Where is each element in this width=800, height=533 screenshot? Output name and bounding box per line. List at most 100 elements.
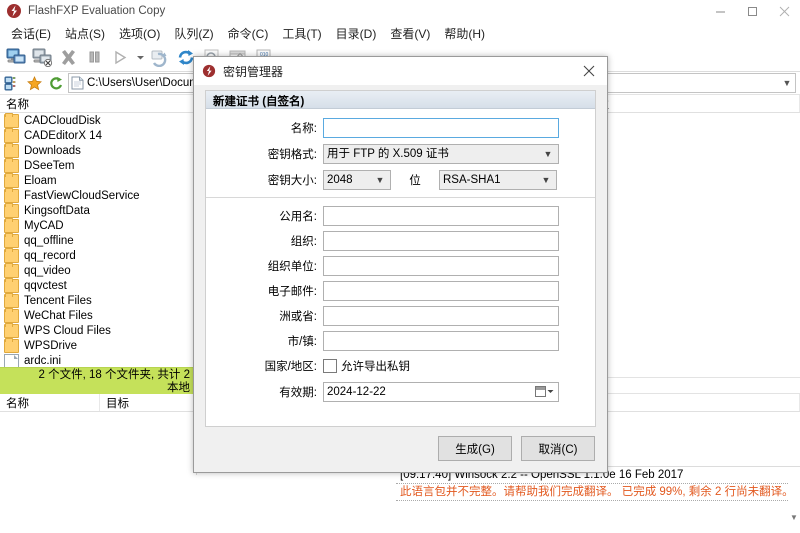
algorithm-combobox[interactable]: RSA-SHA1 ▼ [439,170,557,190]
play-icon[interactable] [107,45,133,70]
list-item[interactable]: WPS Cloud Files [0,323,196,338]
favorites-star-icon[interactable] [24,73,44,93]
validity-date-input[interactable]: 2024-12-22 [323,382,559,402]
folder-icon [4,204,19,218]
log-pane[interactable]: [09:17:40] Winsock 2.2 -- OpenSSL 1.1.0e… [396,466,800,523]
close-icon[interactable] [768,0,800,22]
list-item[interactable]: CADCloudDisk [0,113,196,128]
field-country-row: 国家/地区: 允许导出私钥 [206,355,595,376]
local-file-list[interactable]: CADCloudDisk CADEditorX 14 Downloads DSe… [0,113,196,367]
list-item[interactable]: qq_offline [0,233,196,248]
menu-sites[interactable]: 站点(S) [58,24,112,44]
state-input[interactable] [323,306,559,326]
generate-button[interactable]: 生成(G) [438,436,512,461]
calendar-dropdown-icon[interactable] [533,386,555,397]
maximize-icon[interactable] [736,0,768,22]
list-item[interactable]: Tencent Files [0,293,196,308]
chevron-down-icon [547,389,554,394]
col-attributes[interactable]: 属性 [580,95,800,112]
chevron-down-icon: ▼ [539,171,553,189]
local-pane: 名称 CADCloudDisk CADEditorX 14 Downloads … [0,95,197,394]
organization-label: 组织: [206,233,323,249]
cancel-label: 取消(C) [539,441,578,457]
country-label: 国家/地区: [206,358,323,374]
flashfxp-icon [202,64,216,78]
org-unit-input[interactable] [323,256,559,276]
new-certificate-group: 新建证书 (自签名) 名称: 密钥格式: 用于 FTP 的 X.509 证书 ▼ [205,90,596,427]
menu-help[interactable]: 帮助(H) [437,24,492,44]
flashfxp-window: FlashFXP Evaluation Copy 会话(E) 站点(S) 选项(… [0,0,800,533]
cancel-button[interactable]: 取消(C) [521,436,595,461]
queue-left-header: 名称 目标 [0,394,196,412]
log-translation-text: 此语言包并不完整。请帮助我们完成翻译。 已完成 99%, 剩余 2 行尚未翻译。 [400,486,794,498]
list-item[interactable]: MyCAD [0,218,196,233]
list-item[interactable]: WeChat Files [0,308,196,323]
folder-icon [4,249,19,263]
file-name: WPSDrive [24,340,77,352]
minimize-icon[interactable] [704,0,736,22]
log-line-translation: 此语言包并不完整。请帮助我们完成翻译。 已完成 99%, 剩余 2 行尚未翻译。… [396,483,800,501]
col-name[interactable]: 名称 [0,95,196,112]
size-value: 2048 [327,171,373,189]
list-item[interactable]: qq_video [0,263,196,278]
folder-icon [4,234,19,248]
list-item[interactable]: FastViewCloudService [0,188,196,203]
file-name: ardc.ini [24,355,61,367]
list-item[interactable]: WPSDrive [0,338,196,353]
queue-col-target[interactable]: 目标 [100,394,196,411]
folder-icon [4,294,19,308]
size-combobox[interactable]: 2048 ▼ [323,170,391,190]
allow-export-private-key-checkbox[interactable] [323,359,337,373]
list-item[interactable]: Eloam [0,173,196,188]
validity-label: 有效期: [206,384,323,400]
name-input[interactable] [323,118,559,138]
menu-directory[interactable]: 目录(D) [329,24,384,44]
queue-left: 名称 目标 [0,394,197,475]
folder-icon [4,309,19,323]
local-status-count: 2 个文件, 18 个文件夹, 共计 2 [0,369,190,382]
chevron-down-icon[interactable]: ▼ [779,78,795,88]
log-scrollbar[interactable]: ▼ [789,467,800,523]
list-item[interactable]: ardc.ini [0,353,196,367]
scroll-down-arrow-icon[interactable]: ▼ [790,513,798,522]
stop-icon[interactable] [55,45,81,70]
email-input[interactable] [323,281,559,301]
menu-view[interactable]: 查看(V) [383,24,437,44]
list-item[interactable]: KingsoftData [0,203,196,218]
common-name-input[interactable] [323,206,559,226]
folder-icon [4,264,19,278]
list-item[interactable]: DSeeTem [0,158,196,173]
close-icon[interactable] [571,57,607,85]
refresh-arrow-icon[interactable] [46,73,66,93]
folder-icon [4,339,19,353]
queue-col-name[interactable]: 名称 [0,394,100,411]
file-name: Tencent Files [24,295,92,307]
queue-left-body[interactable] [0,412,196,475]
window-controls [704,0,800,22]
folder-icon [4,159,19,173]
connect-icon[interactable] [3,45,29,70]
menu-tools[interactable]: 工具(T) [275,24,328,44]
local-column-header: 名称 [0,95,196,113]
play-dropdown-arrow-icon[interactable] [133,45,147,70]
organization-input[interactable] [323,231,559,251]
city-input[interactable] [323,331,559,351]
format-combobox[interactable]: 用于 FTP 的 X.509 证书 ▼ [323,144,559,164]
file-name: qq_record [24,250,76,262]
folder-icon [4,324,19,338]
list-item[interactable]: CADEditorX 14 [0,128,196,143]
list-item[interactable]: qq_record [0,248,196,263]
transfer-icon[interactable] [147,45,173,70]
menu-session[interactable]: 会话(E) [4,24,58,44]
menu-queue[interactable]: 队列(Z) [167,24,220,44]
list-item[interactable]: Downloads [0,143,196,158]
sites-icon[interactable] [2,73,22,93]
pause-icon[interactable] [81,45,107,70]
folder-icon [4,129,19,143]
allow-export-private-key-label: 允许导出私钥 [341,358,410,374]
menu-options[interactable]: 选项(O) [112,24,167,44]
menu-commands[interactable]: 命令(C) [221,24,276,44]
disconnect-icon[interactable] [29,45,55,70]
list-item[interactable]: qqvctest [0,278,196,293]
folder-icon [4,219,19,233]
